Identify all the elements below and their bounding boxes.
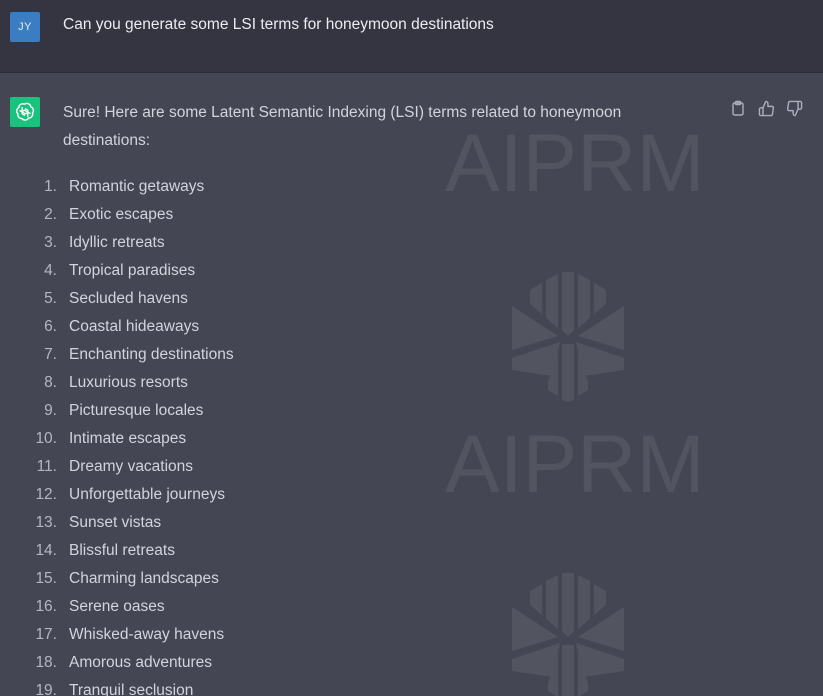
thumbs-up-button[interactable]: [757, 99, 775, 117]
list-item-text: Intimate escapes: [69, 430, 187, 447]
list-item-number: 15.: [35, 570, 57, 587]
list-item-text: Whisked-away havens: [69, 626, 225, 643]
list-item-number: 14.: [35, 542, 57, 559]
message-actions: [729, 99, 803, 117]
user-message-text: Can you generate some LSI terms for hone…: [63, 16, 494, 33]
assistant-message-row: AIPRM AIPRM Sure! Here are some Latent S…: [0, 73, 823, 696]
list-item-text: Amorous adventures: [69, 654, 213, 671]
list-item-number: 2.: [44, 206, 57, 223]
list-item-text: Picturesque locales: [69, 402, 204, 419]
list-item-number: 6.: [44, 318, 57, 335]
list-item-text: Coastal hideaways: [69, 318, 200, 335]
list-item-number: 1.: [44, 178, 57, 195]
list-item-text: Tropical paradises: [69, 262, 196, 279]
list-item-number: 9.: [44, 402, 57, 419]
list-item-text: Tranquil seclusion: [69, 682, 194, 696]
thumbs-down-button[interactable]: [785, 99, 803, 117]
assistant-intro-text: Sure! Here are some Latent Semantic Inde…: [63, 104, 622, 149]
openai-logo-icon: [15, 102, 35, 121]
assistant-avatar: [10, 97, 40, 127]
user-avatar: JY: [10, 12, 40, 42]
list-item-text: Sunset vistas: [69, 514, 162, 531]
list-item-text: Serene oases: [69, 598, 165, 615]
list-item-number: 8.: [44, 374, 57, 391]
chat-page: JY Can you generate some LSI terms for h…: [0, 0, 823, 696]
list-item-number: 3.: [44, 234, 57, 251]
list-item-number: 5.: [44, 290, 57, 307]
thumbs-up-icon: [758, 100, 774, 116]
list-item-number: 12.: [35, 486, 57, 503]
list-item-number: 10.: [35, 430, 57, 447]
list-item-text: Enchanting destinations: [69, 346, 234, 363]
list-item-number: 16.: [35, 598, 57, 615]
list-item-number: 4.: [44, 262, 57, 279]
list-item-number: 13.: [35, 514, 57, 531]
thumbs-down-icon: [786, 100, 802, 116]
list-item-number: 11.: [36, 458, 57, 475]
list-item-text: Secluded havens: [69, 290, 188, 307]
list-item-text: Dreamy vacations: [69, 458, 194, 475]
list-item-number: 7.: [44, 346, 57, 363]
list-item-text: Exotic escapes: [69, 206, 174, 223]
copy-button[interactable]: [729, 99, 747, 117]
list-item-number: 19.: [35, 682, 57, 696]
list-item-number: 18.: [35, 654, 57, 671]
list-item-text: Romantic getaways: [69, 178, 205, 195]
list-item-text: Idyllic retreats: [69, 234, 165, 251]
list-item-text: Unforgettable journeys: [69, 486, 225, 503]
list-item-number: 17.: [35, 626, 57, 643]
aiprm-logo-icon: [512, 573, 624, 696]
user-message-row: JY Can you generate some LSI terms for h…: [0, 0, 823, 73]
list-item-text: Luxurious resorts: [69, 374, 188, 391]
aiprm-logo-icon: [512, 272, 624, 402]
list-item-text: Charming landscapes: [69, 570, 219, 587]
list-item-text: Blissful retreats: [69, 542, 175, 559]
clipboard-icon: [732, 100, 744, 116]
aiprm-watermark-text: AIPRM: [445, 419, 705, 510]
